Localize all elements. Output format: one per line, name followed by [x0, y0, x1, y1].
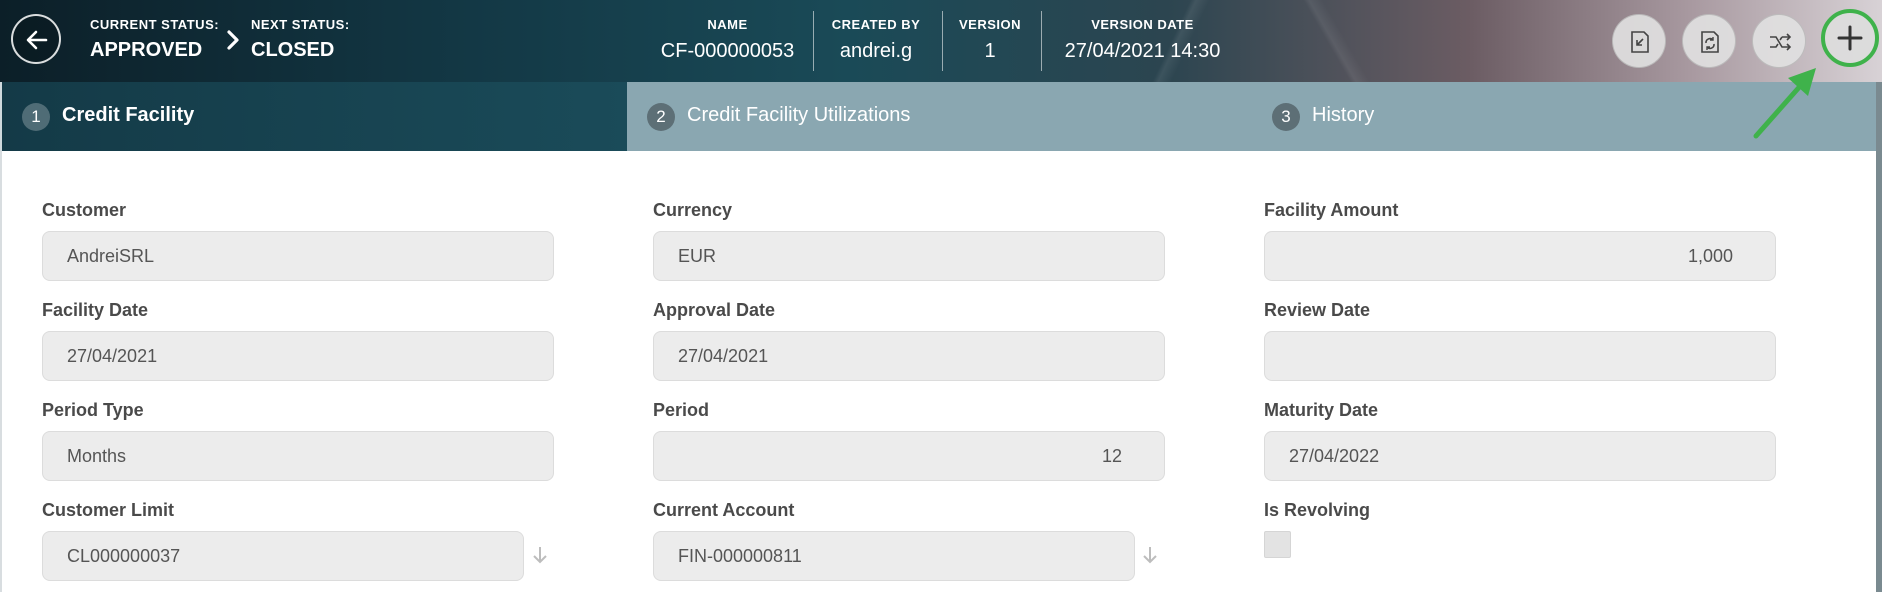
- created-by: CREATED BY andrei.g: [820, 17, 932, 63]
- divider: [813, 11, 814, 71]
- divider: [942, 11, 943, 71]
- created-by-label: CREATED BY: [831, 17, 921, 32]
- tab-credit-facility[interactable]: 1 Credit Facility: [0, 82, 627, 151]
- version-value: 1: [984, 40, 996, 62]
- period-label: Period: [653, 400, 710, 420]
- name-label: NAME: [707, 17, 748, 32]
- facility-date-value: 27/04/2021: [67, 346, 158, 366]
- tab-number: 2: [647, 103, 675, 131]
- period-type-label: Period Type: [42, 400, 144, 420]
- approval-date-label: Approval Date: [653, 300, 776, 320]
- version-date-label: VERSION DATE: [1091, 17, 1194, 32]
- is-revolving-label: Is Revolving: [1264, 500, 1371, 520]
- maturity-date-value: 27/04/2022: [1289, 446, 1380, 466]
- import-icon: [1631, 31, 1649, 53]
- compare-icon: [1770, 33, 1792, 51]
- current-status-label: CURRENT STATUS:: [90, 17, 220, 32]
- period-value: 12: [1101, 446, 1122, 466]
- facility-date-label: Facility Date: [42, 300, 149, 320]
- approval-date-field[interactable]: 27/04/2021: [653, 331, 1165, 381]
- facility-amount-field[interactable]: 1,000: [1264, 231, 1776, 281]
- customer-limit-value: CL000000037: [67, 546, 181, 566]
- review-date-label: Review Date: [1264, 300, 1371, 320]
- tab-number: 1: [22, 103, 50, 131]
- arrow-down-icon[interactable]: [531, 545, 549, 565]
- period-type-field[interactable]: Months: [42, 431, 554, 481]
- is-revolving-checkbox[interactable]: [1264, 531, 1291, 558]
- period-field[interactable]: 12: [653, 431, 1165, 481]
- arrow-down-icon[interactable]: [1141, 545, 1159, 565]
- facility-amount-label: Facility Amount: [1264, 200, 1399, 220]
- maturity-date-field[interactable]: 27/04/2022: [1264, 431, 1776, 481]
- current-account-field[interactable]: FIN-000000811: [653, 531, 1135, 581]
- currency-value: EUR: [678, 246, 717, 266]
- customer-limit-field[interactable]: CL000000037: [42, 531, 524, 581]
- approval-date-value: 27/04/2021: [678, 346, 769, 366]
- import-button[interactable]: [1612, 14, 1666, 68]
- current-status-value: APPROVED: [90, 39, 203, 61]
- current-status: CURRENT STATUS: APPROVED: [90, 17, 219, 62]
- name-value: CF-000000053: [660, 40, 795, 62]
- current-account-value: FIN-000000811: [678, 546, 802, 566]
- period-type-value: Months: [67, 446, 127, 466]
- customer-label: Customer: [42, 200, 127, 220]
- created-by-value: andrei.g: [839, 40, 913, 62]
- record-name: NAME CF-000000053: [654, 17, 801, 63]
- version-label: VERSION: [958, 17, 1021, 32]
- review-date-field[interactable]: [1264, 331, 1776, 381]
- maturity-date-label: Maturity Date: [1264, 400, 1379, 420]
- refresh-icon: [1701, 31, 1719, 53]
- tab-credit-facility-utilizations[interactable]: 2 Credit Facility Utilizations: [627, 82, 1272, 151]
- record-header: CURRENT STATUS: APPROVED NEXT STATUS: CL…: [0, 0, 1882, 82]
- facility-date-field[interactable]: 27/04/2021: [42, 331, 554, 381]
- customer-limit-label: Customer Limit: [42, 500, 175, 520]
- compare-button[interactable]: [1752, 14, 1806, 68]
- version-date: VERSION DATE 27/04/2021 14:30: [1055, 17, 1230, 63]
- currency-field[interactable]: EUR: [653, 231, 1165, 281]
- tab-label: Credit Facility Utilizations: [687, 104, 911, 126]
- back-button[interactable]: [11, 14, 61, 64]
- customer-value: AndreiSRL: [67, 246, 155, 266]
- add-button[interactable]: [1821, 9, 1879, 67]
- next-status-value: CLOSED: [251, 39, 335, 61]
- divider: [1041, 11, 1042, 71]
- tab-number: 3: [1272, 103, 1300, 131]
- tab-bar: 1 Credit Facility 2 Credit Facility Util…: [0, 82, 1882, 151]
- version-date-value: 27/04/2021 14:30: [1064, 40, 1221, 62]
- plus-icon: [1837, 25, 1863, 51]
- arrow-left-icon: [26, 30, 48, 50]
- next-status-label: NEXT STATUS:: [251, 17, 350, 32]
- tab-label: History: [1312, 104, 1375, 126]
- refresh-button[interactable]: [1682, 14, 1736, 68]
- tab-label: Credit Facility: [62, 104, 195, 126]
- customer-field[interactable]: AndreiSRL: [42, 231, 554, 281]
- version: VERSION 1: [950, 17, 1030, 63]
- annotation-arrow-icon: [1753, 68, 1816, 139]
- facility-amount-value: 1,000: [1687, 246, 1733, 266]
- next-status[interactable]: NEXT STATUS: CLOSED: [251, 17, 350, 62]
- scrollbar-track: [1876, 82, 1882, 592]
- currency-label: Currency: [653, 200, 733, 220]
- current-account-label: Current Account: [653, 500, 795, 520]
- chevron-right-icon: [227, 30, 239, 50]
